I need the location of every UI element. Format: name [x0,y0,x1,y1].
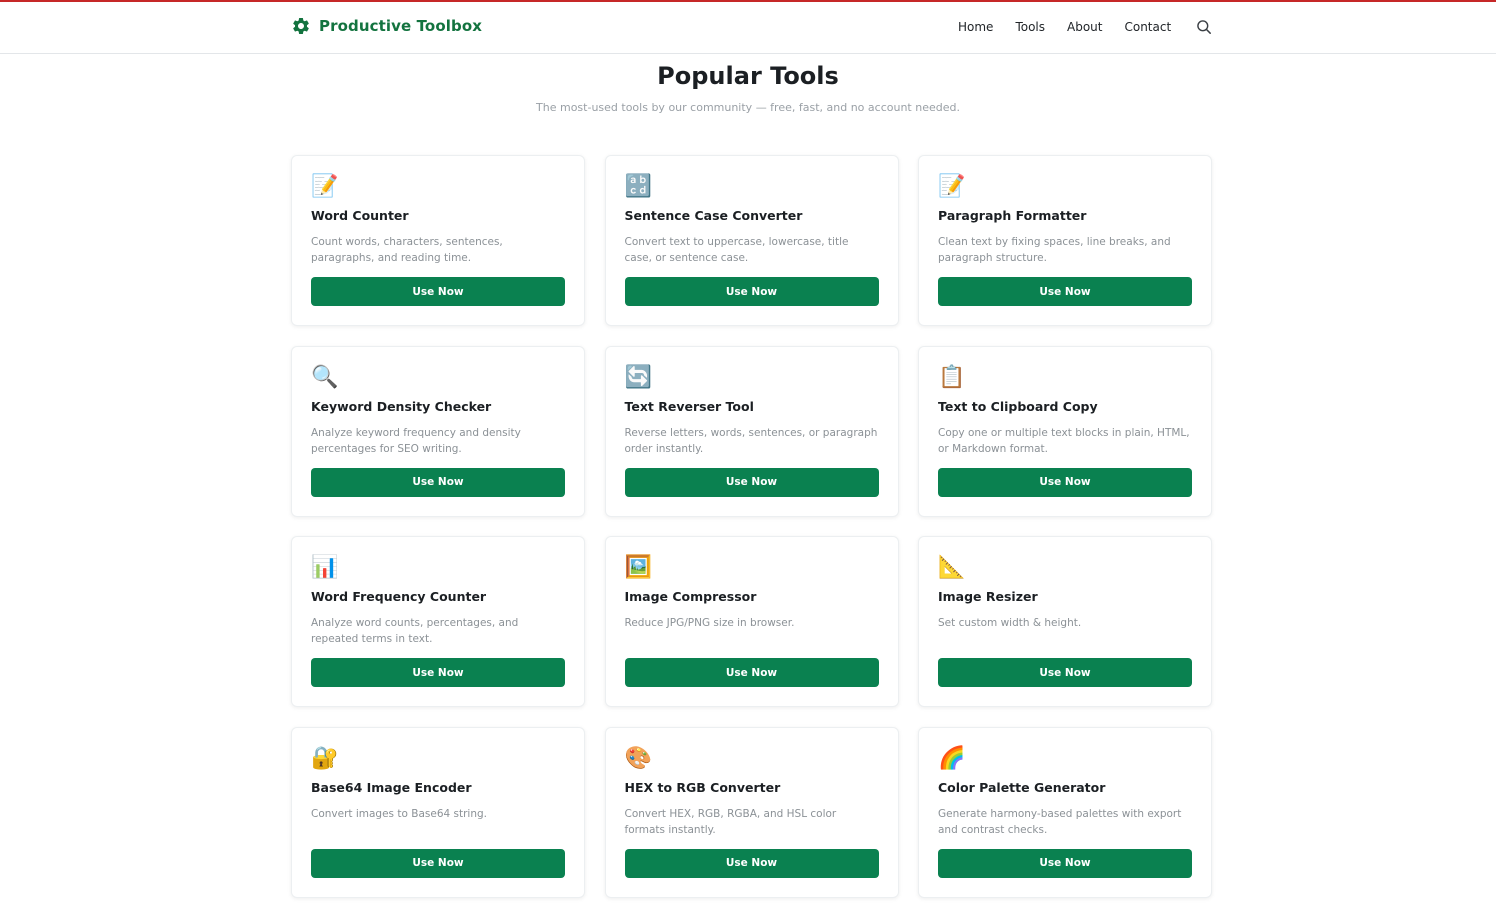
use-now-button[interactable]: Use Now [938,277,1192,306]
clipboard-icon: 📋 [938,364,966,390]
tool-title: Image Resizer [938,589,1038,604]
magnifier-icon: 🔍 [311,364,339,390]
tool-title: Color Palette Generator [938,779,1106,795]
nav-about-link[interactable]: About [1067,19,1102,35]
tool-card: 🔡 Sentence Case Converter Convert text to … [604,155,899,326]
tool-description: Convert HEX, RGB, RGBA, and HSL color fo… [624,807,837,836]
tool-card: 🔐 Base64 Image Encoder Convert images to B… [291,726,585,898]
tool-title: Paragraph Formatter [938,208,1087,223]
tool-card: 🔍 Keyword Density Checker Analyze keyword … [291,345,585,517]
bar-chart-icon: 📊 [311,555,339,580]
tool-title: Image Compressor [624,589,757,604]
tool-card: 📊 Word Frequency Counter Analyze word coun… [291,536,585,707]
tools-grid: 📝 Word Counter Count words, characters, se… [291,155,1212,898]
use-now-button[interactable]: Use Now [938,658,1192,687]
use-now-button[interactable]: Use Now [624,658,879,687]
page-title: Popular Tools [657,62,839,90]
triangular-ruler-icon: 📐 [938,555,966,580]
use-now-button[interactable]: Use Now [624,277,879,306]
tool-title: Base64 Image Encoder [311,779,472,795]
tool-title: Keyword Density Checker [311,398,492,414]
tool-title: Text Reverser Tool [624,398,754,414]
use-now-button[interactable]: Use Now [624,467,879,497]
use-now-button[interactable]: Use Now [311,467,565,497]
abcd-letters-icon: 🔡 [624,174,652,199]
use-now-button[interactable]: Use Now [938,467,1192,497]
memo-icon: 📝 [938,174,966,199]
search-icon[interactable] [1196,19,1212,35]
tool-description: Count words, characters, sentences, para… [311,236,503,264]
site-header: Productive Toolbox Home Tools About Cont… [0,2,1496,54]
tool-card: 📐 Image Resizer Set custom width & height.… [918,536,1212,707]
tool-card: 📝 Paragraph Formatter Clean text by fixing… [918,155,1212,326]
tool-description: Set custom width & height. [938,617,1082,629]
main-nav: Home Tools About Contact [958,19,1212,35]
tool-title: Word Frequency Counter [311,589,487,604]
use-now-button[interactable]: Use Now [938,848,1192,878]
palette-icon: 🎨 [624,745,652,771]
tool-card: 📋 Text to Clipboard Copy Copy one or multi… [918,345,1212,517]
tool-card: 🔄 Text Reverser Tool Reverse letters, word… [604,345,899,517]
tool-title: Text to Clipboard Copy [938,398,1098,414]
use-now-button[interactable]: Use Now [311,658,565,687]
page-subtitle: The most-used tools by our community — f… [536,101,960,114]
tool-card: 🌈 Color Palette Generator Generate harmony… [918,726,1212,898]
memo-icon: 📝 [311,174,339,199]
tool-title: Sentence Case Converter [624,208,803,223]
nav-home-link[interactable]: Home [958,19,993,35]
tool-description: Convert images to Base64 string. [311,807,487,820]
use-now-button[interactable]: Use Now [311,277,565,306]
brand-logo-link[interactable]: Productive Toolbox [291,16,482,36]
framed-picture-icon: 🖼️ [624,555,652,580]
tool-title: Word Counter [311,208,409,223]
use-now-button[interactable]: Use Now [311,848,565,878]
rainbow-icon: 🌈 [938,745,966,771]
reverse-arrows-icon: 🔄 [624,364,652,390]
tool-description: Generate harmony-based palettes with exp… [938,807,1182,836]
tool-title: HEX to RGB Converter [624,779,781,795]
tool-description: Clean text by fixing spaces, line breaks… [938,236,1171,264]
tool-description: Convert text to uppercase, lowercase, ti… [624,236,849,264]
tool-description: Reverse letters, words, sentences, or pa… [624,426,878,455]
lock-with-key-icon: 🔐 [311,745,339,771]
tool-card: 📝 Word Counter Count words, characters, se… [291,155,585,326]
gear-icon [293,17,309,34]
tool-description: Reduce JPG/PNG size in browser. [624,617,795,629]
nav-contact-link[interactable]: Contact [1124,19,1171,35]
brand-name: Productive Toolbox [319,17,482,35]
use-now-button[interactable]: Use Now [624,848,879,878]
tool-card: 🎨 HEX to RGB Converter Convert HEX, RGB, R… [604,726,899,898]
tool-description: Analyze keyword frequency and density pe… [311,426,521,455]
tool-card: 🖼️ Image Compressor Reduce JPG/PNG size in… [604,536,899,707]
nav-tools-link[interactable]: Tools [1015,19,1045,35]
tool-description: Copy one or multiple text blocks in plai… [938,426,1190,455]
tool-description: Analyze word counts, percentages, and re… [311,617,519,645]
